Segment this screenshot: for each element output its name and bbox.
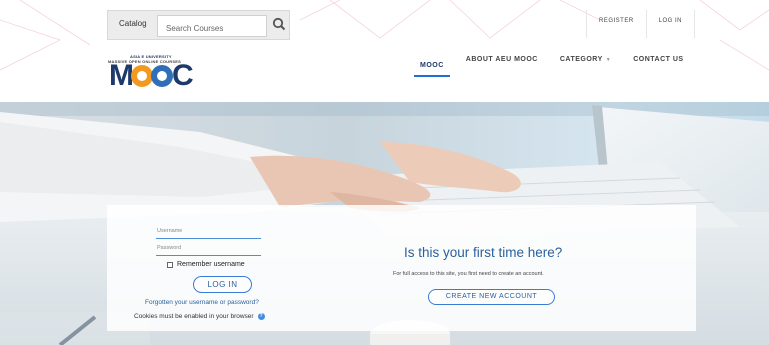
search-icon bbox=[272, 17, 286, 31]
cookies-text: Cookies must be enabled in your browser bbox=[134, 313, 254, 320]
nav-item-category[interactable]: CATEGORY ▼ bbox=[560, 56, 611, 77]
password-field[interactable]: Password bbox=[156, 242, 261, 256]
nav-item-about[interactable]: ABOUT AEU MOOC bbox=[466, 56, 538, 77]
full-access-text: For full access to this site, you first … bbox=[393, 271, 544, 277]
first-time-heading: Is this your first time here? bbox=[404, 245, 563, 260]
logo-wordmark: M C bbox=[109, 59, 194, 92]
header: ASIA E UNIVERSITY MASSIVE OPEN ONLINE CO… bbox=[0, 42, 769, 102]
search-box: Catalog bbox=[107, 10, 290, 40]
login-button[interactable]: LOG IN bbox=[193, 276, 252, 293]
mooc-logo[interactable]: ASIA E UNIVERSITY MASSIVE OPEN ONLINE CO… bbox=[108, 54, 204, 96]
login-link[interactable]: LOG IN bbox=[645, 10, 696, 38]
logo-letter-c: C bbox=[172, 59, 194, 92]
username-field[interactable]: Username bbox=[156, 225, 261, 239]
catalog-label[interactable]: Catalog bbox=[119, 19, 147, 28]
nav-item-contact[interactable]: CONTACT US bbox=[633, 56, 683, 77]
forgot-password-link[interactable]: Forgotten your username or password? bbox=[145, 299, 259, 306]
logo-orange-ring-icon bbox=[131, 65, 153, 87]
login-panel: Username Password Remember username LOG … bbox=[107, 205, 696, 331]
cookies-notice: Cookies must be enabled in your browser … bbox=[134, 313, 265, 320]
help-icon[interactable]: ? bbox=[257, 313, 265, 320]
top-links: REGISTER LOG IN bbox=[586, 10, 696, 38]
search-button[interactable] bbox=[270, 15, 288, 35]
search-input[interactable] bbox=[157, 15, 267, 37]
remember-checkbox[interactable] bbox=[167, 261, 173, 268]
chevron-down-icon: ▼ bbox=[605, 57, 612, 63]
top-bar: Catalog REGISTER LOG IN bbox=[0, 0, 769, 42]
logo-blue-ring-icon bbox=[151, 65, 173, 87]
nav-item-mooc[interactable]: MOOC bbox=[414, 62, 450, 77]
main-nav: MOOC ABOUT AEU MOOC CATEGORY ▼ CONTACT US bbox=[414, 56, 706, 77]
logo-letter-m: M bbox=[109, 59, 134, 92]
remember-username[interactable]: Remember username bbox=[167, 261, 245, 268]
remember-label: Remember username bbox=[177, 261, 245, 268]
nav-item-category-label: CATEGORY bbox=[559, 56, 603, 63]
register-link[interactable]: REGISTER bbox=[586, 10, 646, 38]
create-account-button[interactable]: CREATE NEW ACCOUNT bbox=[428, 289, 555, 305]
